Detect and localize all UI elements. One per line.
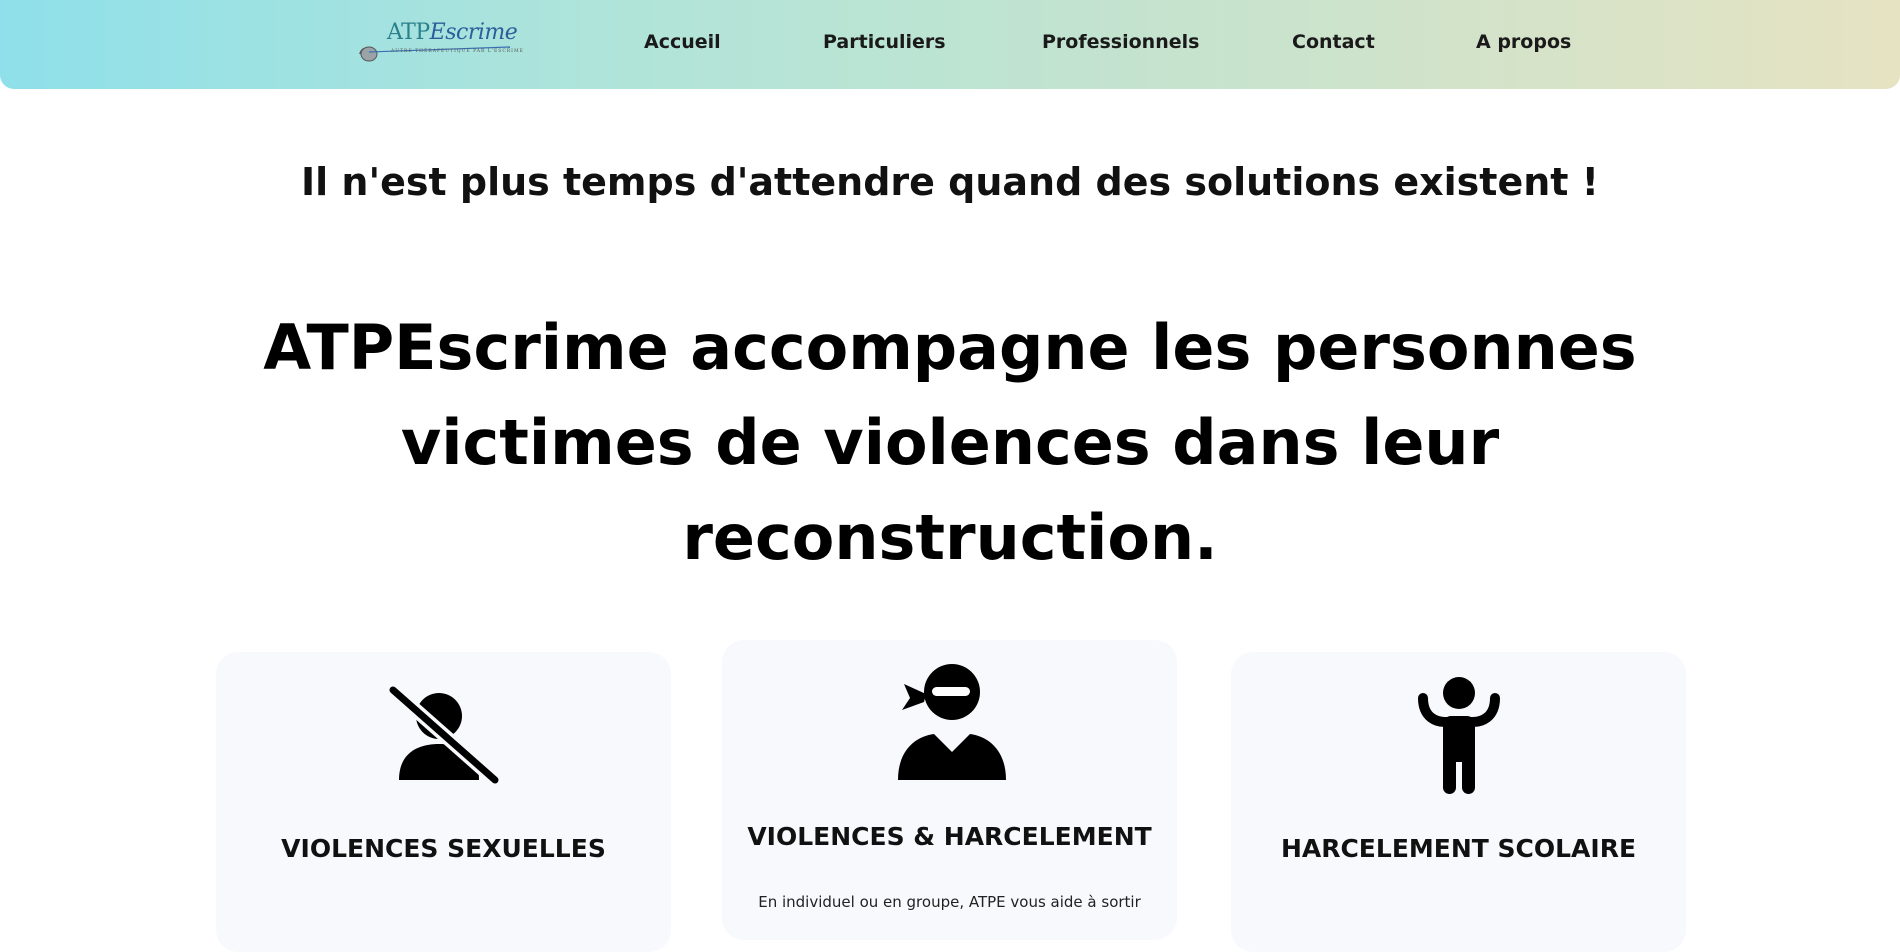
nav-particuliers[interactable]: Particuliers (823, 31, 946, 53)
person-slash-icon (385, 683, 502, 787)
card-violences-sexuelles[interactable]: VIOLENCES SEXUELLES (216, 652, 671, 952)
card-text: En individuel ou en groupe, ATPE vous ai… (758, 893, 1141, 911)
card-title: HARCELEMENT SCOLAIRE (1280, 834, 1637, 863)
headline-line: reconstruction. (682, 501, 1218, 574)
headline-line: ATPEscrime accompagne les personnes (263, 311, 1637, 384)
card-harcelement-scolaire[interactable]: HARCELEMENT SCOLAIRE (1231, 652, 1686, 952)
site-header: ATPEscrime Autre Thérapeutique par l'Esc… (0, 0, 1900, 89)
card-title: VIOLENCES & HARCELEMENT (747, 822, 1152, 851)
nav-a-propos[interactable]: A propos (1476, 31, 1571, 53)
page-headline: ATPEscrime accompagne les personnes vict… (250, 300, 1650, 585)
card-violences-harcelement[interactable]: VIOLENCES & HARCELEMENT En individuel ou… (722, 640, 1177, 940)
nav-professionnels[interactable]: Professionnels (1042, 31, 1199, 53)
tagline: Il n'est plus temps d'attendre quand des… (301, 160, 1599, 204)
logo-text: ATPEscrime (387, 20, 518, 45)
child-icon (1417, 677, 1500, 794)
logo-tagline: Autre Thérapeutique par l'Escrime (391, 49, 524, 54)
nav-contact[interactable]: Contact (1292, 31, 1375, 53)
headline-line: victimes de violences dans leur (400, 406, 1500, 479)
ninja-person-icon (897, 664, 1006, 780)
logo[interactable]: ATPEscrime Autre Thérapeutique par l'Esc… (355, 16, 523, 66)
card-title: VIOLENCES SEXUELLES (281, 834, 606, 863)
nav-accueil[interactable]: Accueil (644, 31, 721, 53)
